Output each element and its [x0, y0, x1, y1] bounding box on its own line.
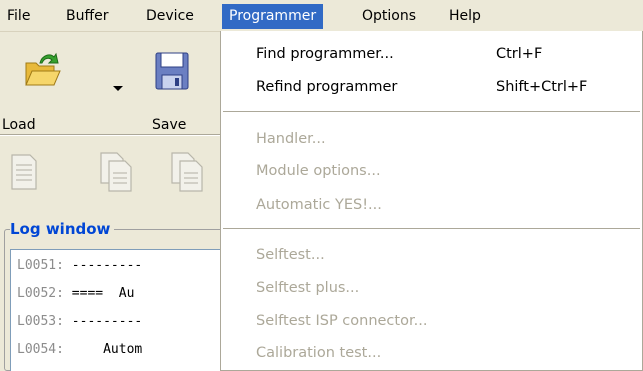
menu-item-label: Module options...: [256, 163, 381, 179]
menu-item-label: Handler...: [256, 131, 326, 147]
document-toolbar: [0, 137, 225, 207]
menu-item-selftest-plus[interactable]: Selftest plus...: [221, 275, 642, 301]
menu-help[interactable]: Help: [442, 4, 488, 29]
menu-item-label: Refind programmer: [256, 79, 398, 95]
menu-buffer[interactable]: Buffer: [59, 4, 116, 29]
menu-programmer[interactable]: Programmer: [222, 4, 324, 29]
menu-file[interactable]: File: [0, 4, 37, 29]
log-line: L0052: ==== Au: [17, 284, 134, 304]
menu-item-handler[interactable]: Handler...: [221, 126, 642, 152]
log-line-number: L0052:: [17, 286, 64, 301]
app-window: File Buffer Device Programmer Options He…: [0, 0, 643, 371]
menu-item-label: Find programmer...: [256, 46, 394, 62]
menu-item-shortcut: Ctrl+F: [496, 46, 543, 62]
menu-device[interactable]: Device: [139, 4, 201, 29]
menu-item-find-programmer[interactable]: Find programmer... Ctrl+F: [221, 41, 642, 67]
menu-item-selftest-isp-connector[interactable]: Selftest ISP connector...: [221, 308, 642, 334]
programmer-menu-dropdown: Find programmer... Ctrl+F Refind program…: [220, 31, 643, 371]
log-line-number: L0054:: [17, 342, 64, 357]
log-line: L0054: Autom: [17, 340, 142, 360]
menu-item-label: Selftest...: [256, 247, 325, 263]
copy-documents-icon-2[interactable]: [170, 149, 204, 193]
menu-options[interactable]: Options: [355, 4, 423, 29]
log-line: L0051: ---------: [17, 256, 142, 276]
load-label: Load: [2, 117, 36, 133]
log-window-title: Log window: [10, 219, 115, 239]
menu-item-module-options[interactable]: Module options...: [221, 158, 642, 184]
log-line-text: ==== Au: [63, 286, 135, 301]
main-toolbar: Load Save: [0, 33, 225, 136]
log-line-text: ---------: [63, 314, 143, 329]
menu-item-calibration-test[interactable]: Calibration test...: [221, 340, 642, 366]
load-button[interactable]: Load: [2, 43, 80, 133]
menu-separator: [223, 228, 640, 229]
save-button[interactable]: Save: [138, 43, 210, 133]
log-line-number: L0053:: [17, 314, 64, 329]
copy-documents-icon[interactable]: [99, 149, 133, 193]
document-icon[interactable]: [10, 149, 38, 193]
toolbar-separator: [0, 134, 225, 136]
menu-item-label: Calibration test...: [256, 345, 382, 361]
menu-item-label: Selftest plus...: [256, 280, 360, 296]
open-folder-icon: [25, 52, 61, 86]
log-window-content[interactable]: L0051: --------- L0052: ==== Au L0053: -…: [10, 249, 233, 371]
log-line-number: L0051:: [17, 258, 64, 273]
floppy-disk-icon: [155, 52, 189, 90]
menu-item-shortcut: Shift+Ctrl+F: [496, 79, 588, 95]
menu-separator: [223, 111, 640, 112]
menu-item-label: Automatic YES!...: [256, 197, 382, 213]
log-line: L0053: ---------: [17, 312, 142, 332]
load-dropdown-arrow-icon[interactable]: [113, 86, 123, 91]
log-line-text: Autom: [63, 342, 143, 357]
menu-item-label: Selftest ISP connector...: [256, 313, 428, 329]
menu-bar: File Buffer Device Programmer Options He…: [0, 0, 643, 32]
menu-item-refind-programmer[interactable]: Refind programmer Shift+Ctrl+F: [221, 74, 642, 100]
log-line-text: ---------: [63, 258, 143, 273]
save-label: Save: [152, 117, 187, 133]
menu-item-selftest[interactable]: Selftest...: [221, 242, 642, 268]
menu-item-automatic-yes[interactable]: Automatic YES!...: [221, 192, 642, 218]
